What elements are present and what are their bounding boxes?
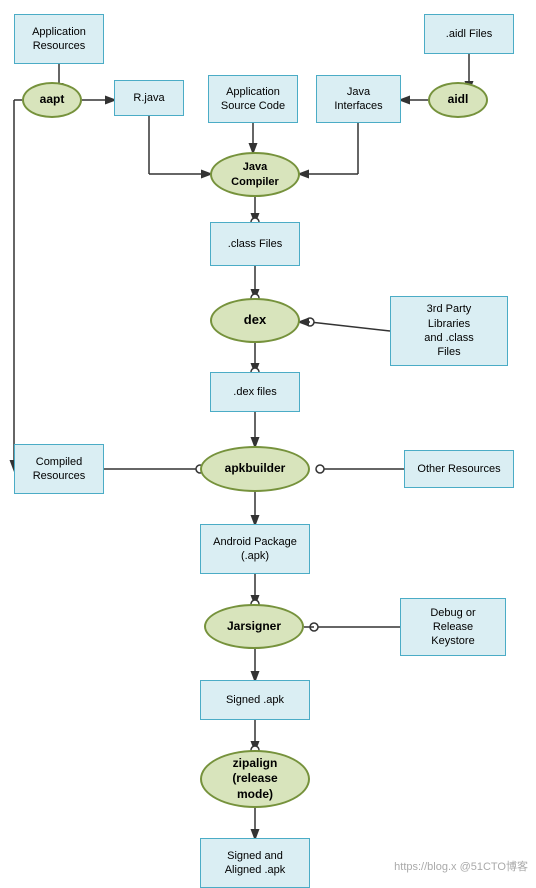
signed-apk-box: Signed .apk: [200, 680, 310, 720]
aapt-ellipse: aapt: [22, 82, 82, 118]
aidl-ellipse: aidl: [428, 82, 488, 118]
aidl-files-box: .aidl Files: [424, 14, 514, 54]
app-resources-box: Application Resources: [14, 14, 104, 64]
class-files-box: .class Files: [210, 222, 300, 266]
dex-ellipse: dex: [210, 298, 300, 343]
rjava-box: R.java: [114, 80, 184, 116]
arrows-svg: [0, 0, 536, 882]
keystore-box: Debug orReleaseKeystore: [400, 598, 506, 656]
android-package-box: Android Package(.apk): [200, 524, 310, 574]
other-resources-box: Other Resources: [404, 450, 514, 488]
apkbuilder-ellipse: apkbuilder: [200, 446, 310, 492]
app-source-box: ApplicationSource Code: [208, 75, 298, 123]
java-interfaces-box: JavaInterfaces: [316, 75, 401, 123]
dex-files-box: .dex files: [210, 372, 300, 412]
watermark: https://blog.x @51CTO博客: [394, 858, 528, 874]
zipalign-ellipse: zipalign(releasemode): [200, 750, 310, 808]
compiled-resources-box: CompiledResources: [14, 444, 104, 494]
signed-aligned-box: Signed andAligned .apk: [200, 838, 310, 888]
diagram: Application Resources .aidl Files aapt R…: [0, 0, 536, 882]
jarsigner-ellipse: Jarsigner: [204, 604, 304, 649]
third-party-box: 3rd PartyLibrariesand .classFiles: [390, 296, 508, 366]
java-compiler-ellipse: JavaCompiler: [210, 152, 300, 197]
